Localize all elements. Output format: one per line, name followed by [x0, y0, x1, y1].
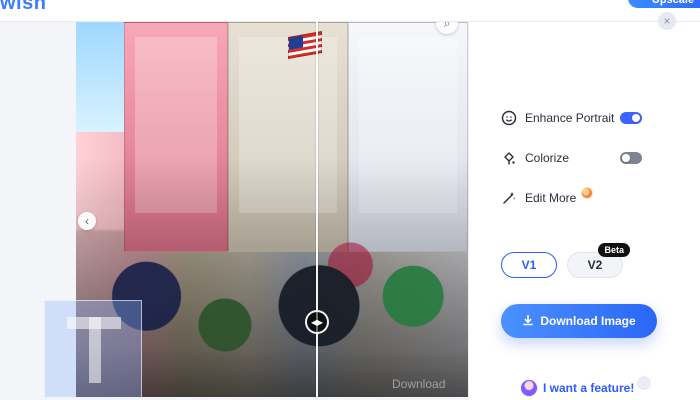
- toggle-knob: [622, 154, 630, 162]
- feature-request-link[interactable]: I want a feature!: [521, 380, 634, 396]
- wand-icon: [501, 190, 517, 206]
- top-cta-button[interactable]: Upscale: [628, 0, 700, 8]
- version-selector: V1 V2 Beta: [501, 243, 671, 278]
- download-icon: [522, 314, 534, 329]
- enhance-portrait-toggle[interactable]: [620, 112, 642, 124]
- top-bar: wish Upscale: [0, 0, 700, 22]
- face-icon: [501, 110, 517, 126]
- version-label: V1: [521, 258, 537, 272]
- chevron-left-icon: ‹: [85, 214, 89, 228]
- beta-badge: Beta: [598, 243, 630, 257]
- compare-split-handle[interactable]: ◂▸: [305, 310, 329, 334]
- option-colorize[interactable]: Colorize: [501, 146, 569, 170]
- option-label: Edit More: [525, 191, 577, 205]
- colorize-toggle[interactable]: [620, 152, 642, 164]
- previous-image-button[interactable]: ‹: [78, 212, 96, 230]
- download-button-label: Download Image: [540, 314, 636, 328]
- image-canvas: ◂▸ ‹ ⌕ Download: [0, 22, 468, 400]
- fire-icon: [582, 188, 593, 198]
- search-icon: ⌕: [443, 22, 451, 30]
- close-icon: ×: [663, 14, 671, 28]
- brand-logo: wish: [0, 0, 47, 14]
- toggle-knob: [632, 114, 640, 122]
- bucket-icon: [501, 150, 517, 166]
- version-label: V2: [587, 258, 603, 272]
- right-panel: × Enhance Portrait Colorize Edit More V1…: [468, 12, 700, 400]
- split-arrows-icon: ◂▸: [310, 315, 324, 329]
- option-label: Enhance Portrait: [525, 111, 615, 125]
- version-v1-button[interactable]: V1: [501, 252, 557, 278]
- watermark-download-text: Download: [392, 377, 446, 391]
- panel-close-button[interactable]: ×: [658, 12, 676, 30]
- watermark-logo: [44, 300, 142, 398]
- option-enhance-portrait[interactable]: Enhance Portrait: [501, 106, 614, 130]
- option-label: Colorize: [525, 151, 570, 165]
- feature-request-text: I want a feature!: [543, 381, 635, 395]
- download-image-button[interactable]: Download Image: [501, 304, 657, 338]
- feature-dot: [637, 376, 651, 390]
- feature-avatar-icon: [521, 380, 537, 396]
- compare-split-line[interactable]: [316, 22, 318, 397]
- version-v2-button[interactable]: V2 Beta: [567, 243, 630, 278]
- option-edit-more[interactable]: Edit More: [501, 186, 593, 210]
